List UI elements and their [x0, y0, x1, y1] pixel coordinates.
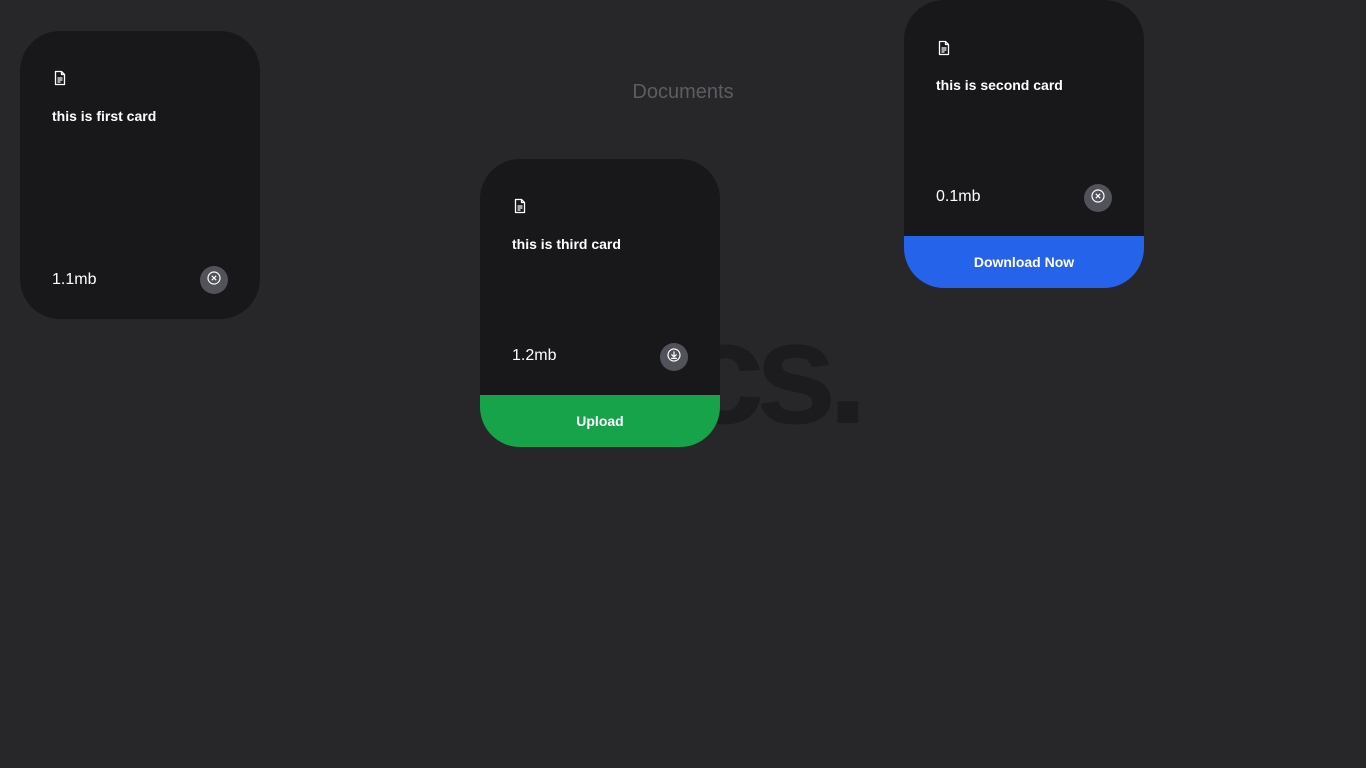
download-circle-icon [667, 347, 681, 367]
card-text: this is first card [52, 108, 157, 124]
stage: Docs. Documents this is first card 1.1mb [0, 0, 1366, 768]
close-circle-icon [207, 270, 221, 290]
close-button[interactable] [1084, 184, 1112, 212]
close-button[interactable] [200, 266, 228, 294]
document-card-second[interactable]: this is second card 0.1mb Download Now [904, 0, 1144, 288]
document-card-third[interactable]: this is third card 1.2mb Upload [480, 159, 720, 447]
card-text: this is third card [512, 236, 621, 252]
download-now-button[interactable]: Download Now [904, 236, 1144, 288]
upload-button[interactable]: Upload [480, 395, 720, 447]
close-circle-icon [1091, 188, 1105, 208]
card-body: this is first card 1.1mb [20, 31, 260, 319]
document-card-first[interactable]: this is first card 1.1mb [20, 31, 260, 319]
file-icon [936, 40, 952, 56]
file-icon [512, 198, 528, 214]
file-icon [52, 70, 68, 86]
download-button[interactable] [660, 343, 688, 371]
file-size: 0.1mb [936, 188, 981, 205]
file-size: 1.1mb [52, 271, 97, 288]
card-text: this is second card [936, 77, 1063, 93]
file-size: 1.2mb [512, 347, 557, 364]
